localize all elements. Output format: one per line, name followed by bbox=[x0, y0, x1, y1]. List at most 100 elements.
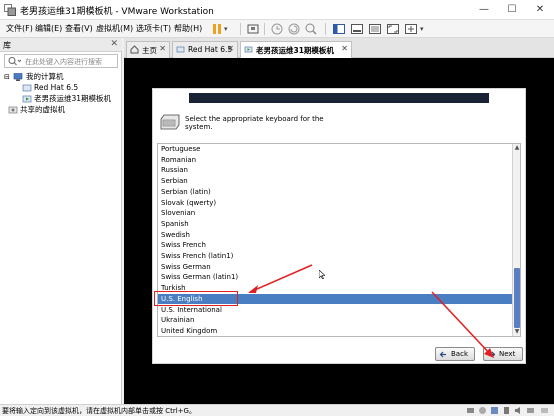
tab-redhat-label: Red Hat 6.5 bbox=[188, 45, 233, 54]
keyboard-layout-item[interactable]: U.S. International bbox=[158, 305, 513, 316]
tree-item-redhat[interactable]: Red Hat 6.5 bbox=[22, 83, 118, 93]
keyboard-layout-list[interactable]: United Kingdom Ukrainian U.S. Internationa… bbox=[157, 143, 521, 337]
computer-icon bbox=[13, 73, 23, 81]
keyboard-layout-item[interactable]: Swedish bbox=[158, 230, 513, 241]
back-button-label: Back bbox=[451, 350, 468, 358]
menu-vm[interactable]: 虚拟机(M) bbox=[96, 23, 133, 34]
annotation-highlight-box bbox=[154, 291, 238, 306]
revert-snapshot-icon[interactable] bbox=[287, 22, 301, 36]
menu-view[interactable]: 查看(V) bbox=[65, 23, 93, 34]
tree-item-template-vm[interactable]: 老男孩运维31期模板机 bbox=[22, 94, 122, 104]
scroll-down-icon[interactable]: ▼ bbox=[513, 328, 520, 336]
library-header: 库 ✕ bbox=[0, 38, 122, 52]
home-icon bbox=[130, 45, 139, 54]
keyboard-layout-item[interactable]: Swiss German bbox=[158, 262, 513, 273]
keyboard-prompt: Select the appropriate keyboard for the … bbox=[185, 115, 324, 131]
library-title: 库 bbox=[3, 41, 11, 50]
scrollbar-thumb[interactable] bbox=[514, 268, 520, 328]
tab-home[interactable]: 主页 ✕ bbox=[126, 41, 170, 58]
mouse-cursor-icon bbox=[319, 270, 325, 279]
tab-template-vm-label: 老男孩运维31期模板机 bbox=[256, 46, 334, 55]
vm-running-icon bbox=[22, 95, 32, 103]
back-button[interactable]: Back bbox=[435, 347, 475, 361]
library-panel: 库 ✕ 在此处键入内容进行搜索 ⊟ 我的计算机 Red Hat 6.5 老男孩运… bbox=[0, 38, 122, 404]
view-sidebar-icon[interactable] bbox=[332, 22, 346, 36]
snapshot-manager-icon[interactable] bbox=[304, 22, 318, 36]
close-tab-icon[interactable]: ✕ bbox=[159, 44, 166, 53]
pause-icon[interactable] bbox=[210, 22, 224, 36]
menu-tabs[interactable]: 选项卡(T) bbox=[136, 23, 171, 34]
unity-icon[interactable] bbox=[404, 22, 418, 36]
title-bar: 老男孩运维31期模板机 - VMware Workstation — ☐ ✕ bbox=[0, 0, 554, 20]
status-message: 要将输入定向到该虚拟机，请在虚拟机内部单击或按 Ctrl+G。 bbox=[2, 407, 196, 415]
toolbar-separator bbox=[264, 23, 265, 35]
tab-template-vm[interactable]: 老男孩运维31期模板机 ✕ bbox=[240, 41, 352, 58]
keyboard-layout-item[interactable]: Slovenian bbox=[158, 208, 513, 219]
scroll-up-icon[interactable]: ▲ bbox=[513, 144, 520, 152]
sound-status-icon[interactable] bbox=[514, 406, 523, 415]
minimize-button[interactable]: — bbox=[470, 0, 498, 20]
menu-bar: 文件(F) 编辑(E) 查看(V) 虚拟机(M) 选项卡(T) 帮助(H) ▾ bbox=[0, 20, 554, 38]
keyboard-layout-item[interactable]: Russian bbox=[158, 165, 513, 176]
display-status-icon[interactable] bbox=[526, 406, 535, 415]
search-placeholder: 在此处键入内容进行搜索 bbox=[25, 58, 102, 66]
keyboard-layout-item[interactable]: Portuguese bbox=[158, 144, 513, 155]
tree-label-redhat: Red Hat 6.5 bbox=[34, 83, 79, 92]
tree-item-shared-vms[interactable]: 共享的虚拟机 bbox=[8, 105, 108, 115]
menu-help[interactable]: 帮助(H) bbox=[174, 23, 202, 34]
tab-redhat[interactable]: Red Hat 6.5 ✕ bbox=[172, 41, 238, 58]
keyboard-layout-item[interactable]: Serbian (latin) bbox=[158, 187, 513, 198]
view-console-icon[interactable] bbox=[368, 22, 382, 36]
tree-label-shared-vms: 共享的虚拟机 bbox=[20, 105, 65, 114]
vmware-window: 老男孩运维31期模板机 - VMware Workstation — ☐ ✕ 文… bbox=[0, 0, 554, 416]
view-thumbnail-icon[interactable] bbox=[350, 22, 364, 36]
vmware-app-icon bbox=[4, 4, 16, 16]
dropdown-icon[interactable]: ▾ bbox=[224, 22, 238, 36]
installer-window: Select the appropriate keyboard for the … bbox=[152, 88, 526, 364]
shared-vm-icon bbox=[8, 106, 18, 114]
vm-running-icon bbox=[244, 46, 253, 53]
close-tab-icon[interactable]: ✕ bbox=[341, 44, 348, 53]
keyboard-layout-item[interactable]: Swiss German (latin1) bbox=[158, 272, 513, 283]
tree-item-my-computer[interactable]: ⊟ 我的计算机 bbox=[4, 72, 114, 82]
toolbar-separator bbox=[325, 23, 326, 35]
hdd-status-icon[interactable] bbox=[466, 406, 475, 415]
close-button[interactable]: ✕ bbox=[526, 0, 554, 20]
network-status-icon[interactable] bbox=[490, 406, 499, 415]
back-arrow-icon bbox=[439, 351, 446, 358]
keyboard-layout-item[interactable]: Slovak (qwerty) bbox=[158, 198, 513, 209]
keyboard-layout-item[interactable]: United Kingdom bbox=[158, 326, 513, 336]
keyboard-layout-item[interactable]: Spanish bbox=[158, 219, 513, 230]
next-button[interactable]: Next bbox=[483, 347, 523, 361]
next-button-label: Next bbox=[499, 350, 516, 358]
maximize-button[interactable]: ☐ bbox=[498, 0, 526, 20]
menu-file[interactable]: 文件(F) bbox=[6, 23, 33, 34]
cdrom-status-icon[interactable] bbox=[478, 406, 487, 415]
vm-console[interactable]: Select the appropriate keyboard for the … bbox=[124, 58, 554, 404]
keyboard-layout-item[interactable]: Serbian bbox=[158, 176, 513, 187]
keyboard-layout-item[interactable]: Swiss French (latin1) bbox=[158, 251, 513, 262]
snapshot-icon[interactable] bbox=[270, 22, 284, 36]
window-title: 老男孩运维31期模板机 - VMware Workstation bbox=[20, 7, 214, 17]
keyboard-icon bbox=[160, 114, 180, 130]
search-icon bbox=[8, 57, 21, 66]
tree-label-my-computer: 我的计算机 bbox=[26, 72, 64, 81]
tab-home-label: 主页 bbox=[142, 46, 157, 55]
installer-banner bbox=[189, 93, 489, 103]
keyboard-layout-item[interactable]: Romanian bbox=[158, 155, 513, 166]
next-arrow-icon bbox=[489, 351, 496, 358]
keyboard-layout-item[interactable]: Ukrainian bbox=[158, 315, 513, 326]
message-status-icon[interactable] bbox=[540, 406, 549, 415]
fullscreen-icon[interactable] bbox=[386, 22, 400, 36]
usb-status-icon[interactable] bbox=[502, 406, 511, 415]
send-keys-icon[interactable] bbox=[246, 22, 260, 36]
keyboard-layout-item[interactable]: Swiss French bbox=[158, 240, 513, 251]
status-bar: 要将输入定向到该虚拟机，请在虚拟机内部单击或按 Ctrl+G。 bbox=[0, 404, 554, 416]
library-close-button[interactable]: ✕ bbox=[110, 39, 118, 49]
menu-edit[interactable]: 编辑(E) bbox=[35, 23, 62, 34]
vm-icon bbox=[22, 84, 32, 92]
list-scrollbar[interactable]: ▲ ▼ bbox=[512, 144, 520, 336]
close-tab-icon[interactable]: ✕ bbox=[227, 44, 234, 53]
dropdown-icon[interactable]: ▾ bbox=[420, 22, 434, 36]
library-search-input[interactable]: 在此处键入内容进行搜索 bbox=[4, 54, 118, 68]
